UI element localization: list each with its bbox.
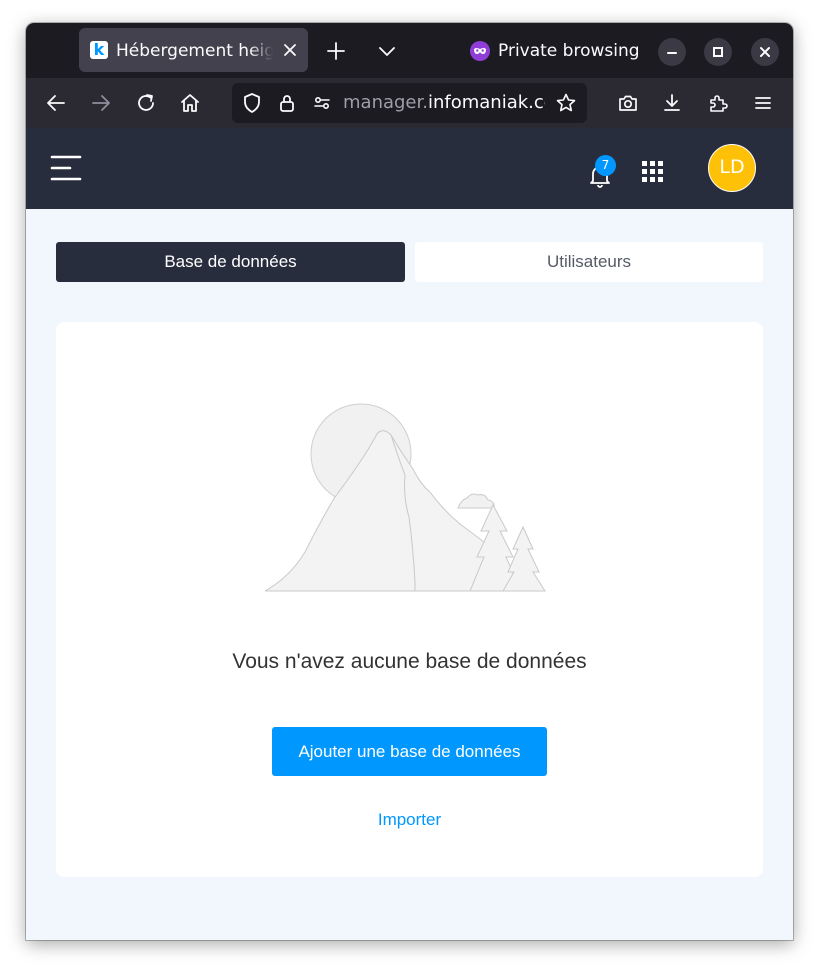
downloads-icon[interactable] xyxy=(660,91,684,115)
url-prefix: manager. xyxy=(343,92,428,113)
tab-title: Hébergement heig-vd xyxy=(116,41,273,61)
maximize-button[interactable] xyxy=(704,38,732,66)
app-menu-hamburger-icon[interactable] xyxy=(751,91,775,115)
tab-strip: k Hébergement heig-vd Private browsing xyxy=(26,23,793,78)
new-tab-icon[interactable] xyxy=(324,39,348,63)
home-icon[interactable] xyxy=(178,91,202,115)
tracking-protection-shield-icon[interactable] xyxy=(240,91,264,115)
lock-icon[interactable] xyxy=(275,91,299,115)
tab-databases[interactable]: Base de données xyxy=(56,242,405,282)
close-tab-icon[interactable] xyxy=(280,40,300,60)
private-browsing-label: Private browsing xyxy=(498,41,640,61)
site-permissions-icon[interactable] xyxy=(310,91,334,115)
sidebar-menu-icon[interactable] xyxy=(50,154,82,182)
private-mask-icon xyxy=(470,41,490,61)
mountain-illustration xyxy=(265,397,555,592)
user-avatar[interactable]: LD xyxy=(708,144,756,192)
import-link[interactable]: Importer xyxy=(56,810,763,830)
screenshot-camera-icon[interactable] xyxy=(616,91,640,115)
url-bar[interactable]: manager.infomaniak.com xyxy=(232,83,587,123)
back-arrow-icon[interactable] xyxy=(44,91,68,115)
url-text[interactable]: manager.infomaniak.com xyxy=(343,92,545,114)
apps-grid-icon[interactable] xyxy=(642,161,663,182)
url-host: infomaniak.com xyxy=(427,92,545,113)
app-header: 7 LD xyxy=(26,128,793,209)
empty-state-title: Vous n'avez aucune base de données xyxy=(232,650,587,673)
navigation-toolbar: manager.infomaniak.com xyxy=(26,78,793,128)
forward-arrow-icon[interactable] xyxy=(89,91,113,115)
close-window-button[interactable] xyxy=(751,38,779,66)
list-tabs-chevron-down-icon[interactable] xyxy=(375,39,399,63)
browser-window: k Hébergement heig-vd Private browsing xyxy=(26,23,793,940)
browser-tab[interactable]: k Hébergement heig-vd xyxy=(79,28,308,72)
extensions-puzzle-icon[interactable] xyxy=(706,91,730,115)
add-database-button[interactable]: Ajouter une base de données xyxy=(272,727,547,776)
reload-icon[interactable] xyxy=(134,91,158,115)
minimize-button[interactable] xyxy=(658,38,686,66)
infomaniak-favicon-icon: k xyxy=(90,41,108,59)
tab-users[interactable]: Utilisateurs xyxy=(415,242,763,282)
empty-state-card: Vous n'avez aucune base de données Ajout… xyxy=(56,322,763,877)
bookmark-star-icon[interactable] xyxy=(554,91,578,115)
notifications-count-badge: 7 xyxy=(595,155,616,176)
